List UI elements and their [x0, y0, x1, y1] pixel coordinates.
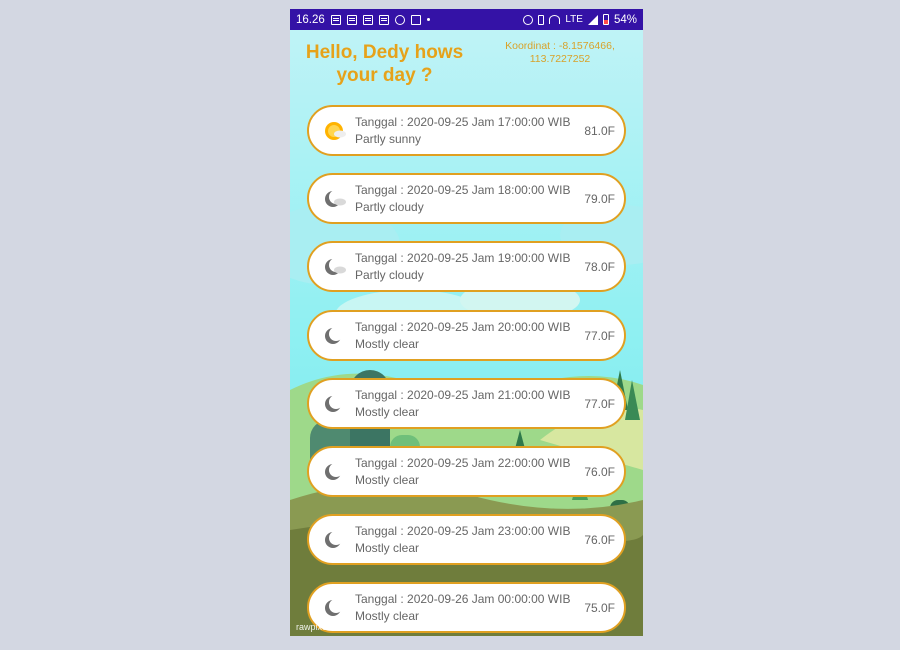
phone-screen: 16.26 LTE 54% Hello, Dedy hows your day … [290, 9, 643, 636]
forecast-card[interactable]: Tanggal : 2020-09-25 Jam 18:00:00 WIB Pa… [307, 173, 626, 225]
battery-level: 54% [613, 13, 637, 26]
forecast-condition: Partly sunny [355, 132, 422, 146]
forecast-list[interactable]: Tanggal : 2020-09-25 Jam 17:00:00 WIB Pa… [307, 105, 626, 636]
coordinates-label: Koordinat : -8.1576466, 113.7227252 [495, 40, 625, 66]
greeting-title: Hello, Dedy hows your day ? [305, 42, 464, 86]
forecast-datetime: Tanggal : 2020-09-25 Jam 19:00:00 WIB [355, 251, 571, 266]
forecast-temperature: 79.0F [584, 192, 615, 207]
forecast-datetime: Tanggal : 2020-09-25 Jam 18:00:00 WIB [355, 183, 571, 198]
alarm-icon [523, 14, 534, 25]
notification-doc-icon [378, 14, 389, 25]
forecast-datetime: Tanggal : 2020-09-25 Jam 21:00:00 WIB [355, 387, 571, 402]
forecast-temperature: 77.0F [584, 396, 615, 411]
forecast-datetime: Tanggal : 2020-09-25 Jam 22:00:00 WIB [355, 455, 571, 470]
alarm-icon [394, 14, 405, 25]
forecast-temperature: 81.0F [584, 124, 615, 138]
forecast-temperature: 77.0F [584, 328, 615, 343]
signal-icon [587, 14, 598, 25]
partly-cloudy-night-icon [325, 258, 346, 276]
status-bar: 16.26 LTE 54% [290, 9, 643, 30]
forecast-condition: Mostly clear [355, 541, 420, 556]
forecast-datetime: Tanggal : 2020-09-25 Jam 17:00:00 WIB [355, 115, 571, 129]
coordinates-line-2: 113.7227252 [529, 53, 591, 65]
forecast-condition: Mostly clear [355, 609, 420, 624]
forecast-condition: Mostly clear [355, 404, 420, 419]
moon-icon [325, 394, 343, 412]
forecast-card[interactable]: Tanggal : 2020-09-25 Jam 19:00:00 WIB Pa… [307, 241, 626, 293]
hotspot-icon [549, 15, 561, 24]
moon-icon [325, 531, 343, 549]
forecast-temperature: 78.0F [584, 260, 615, 275]
forecast-card[interactable]: Tanggal : 2020-09-25 Jam 17:00:00 WIB Pa… [307, 105, 626, 156]
forecast-datetime: Tanggal : 2020-09-25 Jam 20:00:00 WIB [355, 319, 571, 334]
watermark: rawpixel [296, 622, 330, 632]
forecast-temperature: 76.0F [584, 533, 615, 548]
forecast-temperature: 75.0F [584, 601, 615, 616]
gallery-icon [410, 14, 421, 25]
forecast-card[interactable]: Tanggal : 2020-09-25 Jam 22:00:00 WIB Mo… [307, 445, 626, 497]
partly-sunny-icon [325, 122, 346, 140]
vibrate-icon [538, 14, 545, 25]
partly-cloudy-night-icon [325, 190, 346, 208]
more-notifications-dot-icon [426, 18, 430, 21]
forecast-condition: Mostly clear [355, 336, 420, 351]
moon-icon [325, 462, 343, 480]
forecast-temperature: 76.0F [584, 464, 615, 479]
forecast-card[interactable]: Tanggal : 2020-09-26 Jam 00:00:00 WIB Mo… [307, 582, 626, 634]
forecast-card[interactable]: Tanggal : 2020-09-25 Jam 23:00:00 WIB Mo… [307, 514, 626, 566]
coordinates-line-1: Koordinat : -8.1576466, [505, 40, 615, 52]
forecast-condition: Partly cloudy [355, 268, 424, 283]
notification-doc-icon [330, 14, 341, 25]
notification-doc-icon [362, 14, 373, 25]
clock: 16.26 [296, 13, 325, 26]
network-type: LTE [565, 14, 583, 25]
forecast-condition: Mostly clear [355, 472, 420, 487]
moon-icon [325, 599, 343, 617]
forecast-card[interactable]: Tanggal : 2020-09-25 Jam 20:00:00 WIB Mo… [307, 309, 626, 361]
forecast-condition: Partly cloudy [355, 200, 424, 215]
forecast-card[interactable]: Tanggal : 2020-09-25 Jam 21:00:00 WIB Mo… [307, 377, 626, 429]
battery-icon [602, 14, 609, 25]
forecast-datetime: Tanggal : 2020-09-26 Jam 00:00:00 WIB [355, 592, 571, 607]
moon-icon [325, 326, 343, 344]
forecast-datetime: Tanggal : 2020-09-25 Jam 23:00:00 WIB [355, 524, 571, 539]
notification-doc-icon [346, 14, 357, 25]
